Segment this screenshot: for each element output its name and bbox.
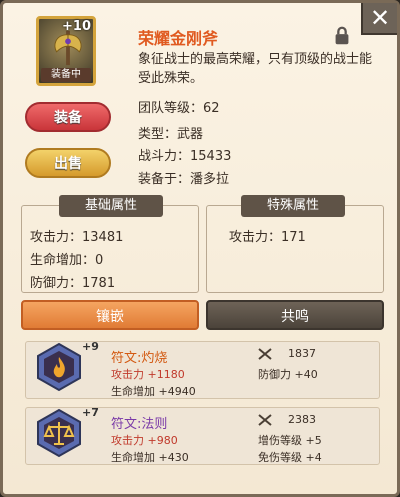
scales-rune-icon — [37, 408, 81, 458]
rune-1-power: 1837 — [288, 347, 316, 360]
rune-2-level: +7 — [82, 406, 99, 419]
type-value: 武器 — [177, 127, 204, 142]
item-detail-panel: ✕ +10 装备中 装备 出售 荣耀金刚斧 象征战士的最高荣耀，只有顶级的战士能… — [0, 0, 400, 497]
rune-2-stat-damage-boost: 增伤等级 +5 — [258, 434, 322, 447]
rune-1-name: 符文:灼烧 — [111, 351, 168, 366]
equipped-on-value: 潘多拉 — [190, 172, 230, 187]
lock-icon[interactable] — [331, 25, 353, 47]
rune-2-power: 2383 — [288, 413, 316, 426]
basic-attributes-box: 攻击力：13481 生命增加：0 防御力：1781 — [21, 205, 199, 293]
close-button[interactable]: ✕ — [361, 3, 397, 35]
equipped-badge: 装备中 — [41, 68, 91, 82]
equip-button[interactable]: 装备 — [25, 102, 111, 132]
basic-hp: 生命增加：0 — [30, 253, 104, 268]
tab-resonance[interactable]: 共鸣 — [206, 300, 384, 330]
basic-attributes-title: 基础属性 — [59, 195, 163, 217]
rune-2-stat-hp: 生命增加 +430 — [111, 451, 189, 464]
basic-attack: 攻击力：13481 — [30, 230, 124, 245]
power-row: 战斗力：15433 — [138, 145, 231, 164]
equipped-on-label: 装备于： — [138, 172, 191, 187]
rune-1-stat-hp: 生命增加 +4940 — [111, 385, 196, 398]
basic-defense: 防御力：1781 — [30, 276, 116, 291]
sell-button[interactable]: 出售 — [25, 148, 111, 178]
rune-2-name: 符文:法则 — [111, 417, 168, 432]
crossed-swords-icon — [258, 414, 272, 426]
power-label: 战斗力： — [138, 149, 191, 164]
item-name: 荣耀金刚斧 — [138, 29, 219, 48]
equipped-on-row: 装备于：潘多拉 — [138, 168, 229, 187]
item-description: 象征战士的最高荣耀，只有顶级的战士能受此殊荣。 — [138, 52, 373, 86]
rune-2-stat-damage-reduction: 免伤等级 +4 — [258, 451, 322, 464]
power-value: 15433 — [190, 149, 232, 164]
type-label: 类型： — [138, 127, 178, 142]
rune-2-stat-attack: 攻击力 +980 — [111, 434, 178, 447]
flame-rune-icon — [37, 342, 81, 392]
tab-inlay[interactable]: 镶嵌 — [21, 300, 199, 330]
rune-1-stat-defense: 防御力 +40 — [258, 368, 318, 381]
team-level-label: 团队等级： — [138, 101, 204, 116]
type-row: 类型：武器 — [138, 123, 203, 142]
special-attributes-title: 特殊属性 — [241, 195, 345, 217]
team-level-row: 团队等级：62 — [138, 97, 220, 116]
special-attributes-box: 攻击力：171 — [206, 205, 384, 293]
rune-slot-1[interactable]: +9 符文:灼烧 1837 攻击力 +1180 生命增加 +4940 防御力 +… — [25, 340, 380, 399]
rune-1-stat-attack: 攻击力 +1180 — [111, 368, 185, 381]
rune-1-level: +9 — [82, 340, 99, 353]
rune-slot-2[interactable]: +7 符文:法则 2383 攻击力 +980 生命增加 +430 增伤等级 +5… — [25, 406, 380, 465]
team-level-value: 62 — [203, 101, 220, 116]
special-attack: 攻击力：171 — [229, 230, 306, 245]
axe-icon — [54, 30, 82, 66]
item-icon-frame: +10 装备中 — [36, 16, 96, 86]
item-enhance-level: +10 — [62, 19, 91, 34]
crossed-swords-icon — [258, 348, 272, 360]
